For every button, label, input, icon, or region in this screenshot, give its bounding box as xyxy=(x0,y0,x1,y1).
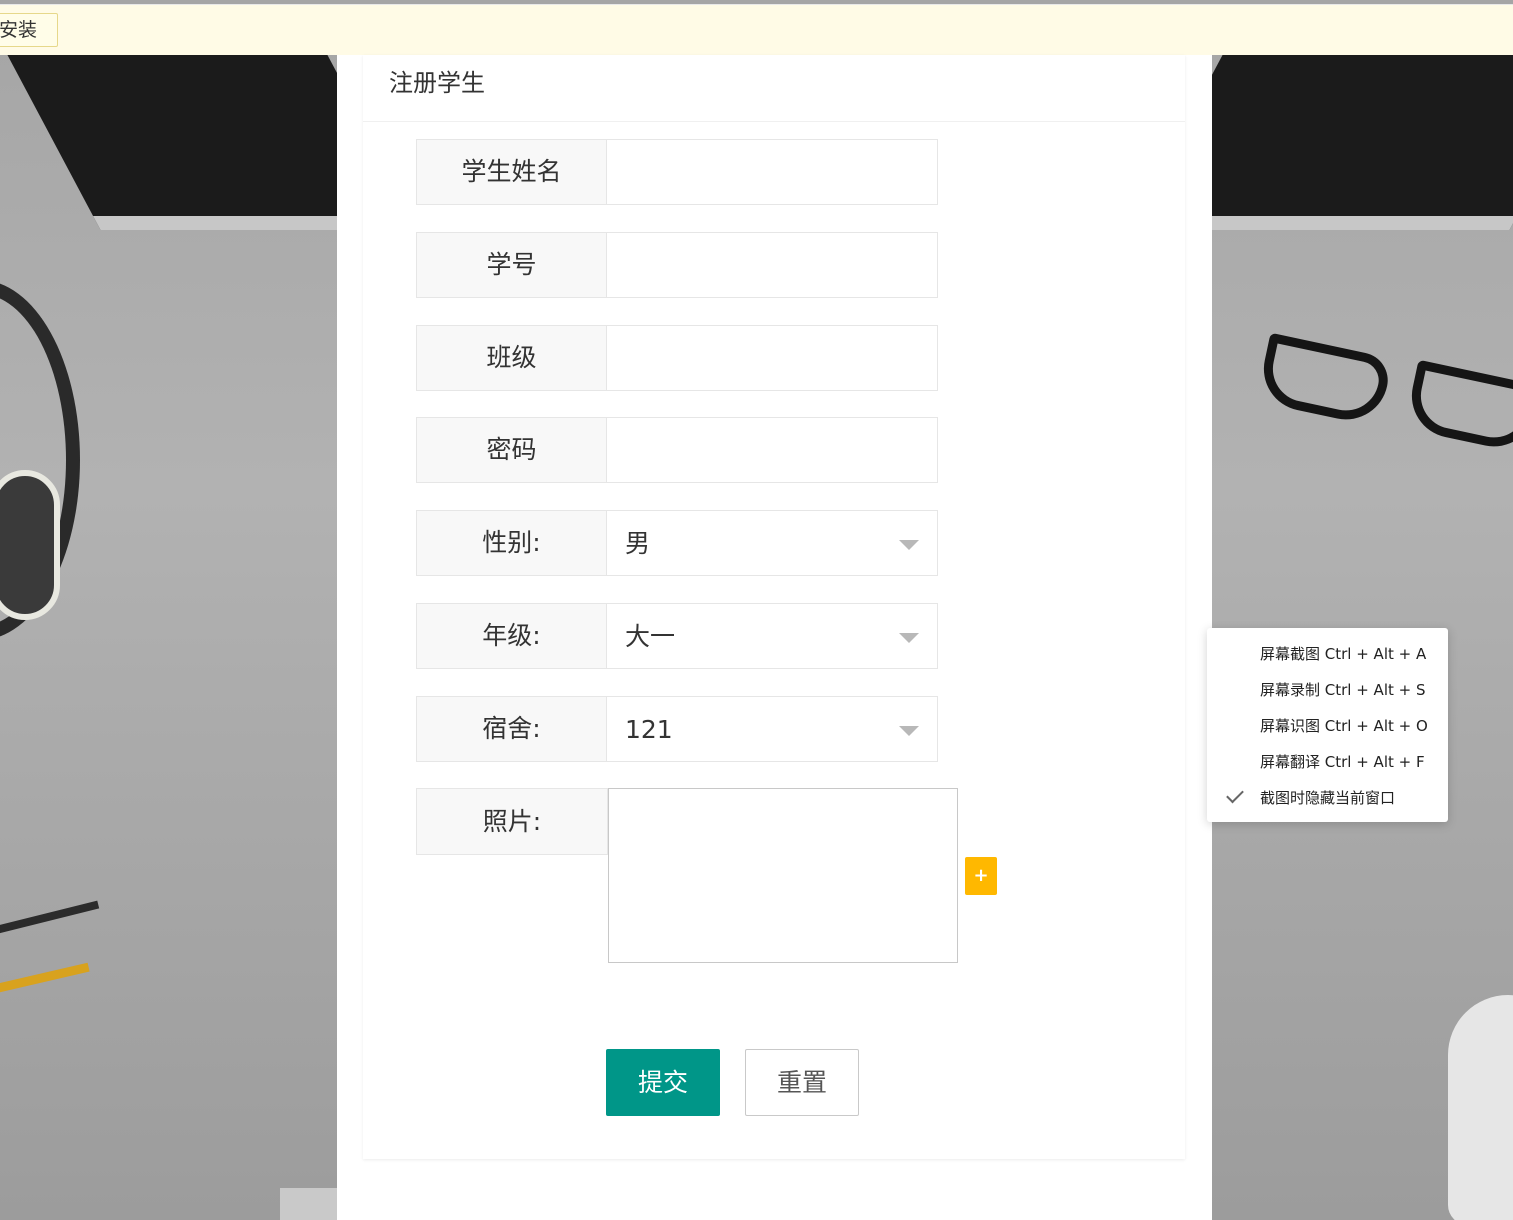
class-input[interactable] xyxy=(607,326,937,390)
cable-decoration xyxy=(280,1188,340,1220)
menu-item-hide-window[interactable]: 截图时隐藏当前窗口 xyxy=(1207,780,1448,816)
class-label: 班级 xyxy=(417,326,607,390)
chevron-down-icon xyxy=(899,726,919,736)
menu-item-label: 屏幕录制 Ctrl + Alt + S xyxy=(1260,681,1426,699)
screenshot-context-menu: 屏幕截图 Ctrl + Alt + A 屏幕录制 Ctrl + Alt + S … xyxy=(1207,628,1448,822)
form-row-dorm: 宿舍: 121 xyxy=(416,696,938,762)
menu-item-label: 屏幕识图 Ctrl + Alt + O xyxy=(1260,717,1428,735)
checkmark-icon xyxy=(1226,785,1244,804)
grade-selected-value: 大一 xyxy=(625,622,676,651)
pencil-decoration xyxy=(0,900,100,938)
name-label: 学生姓名 xyxy=(417,140,607,204)
gender-select[interactable]: 男 xyxy=(607,511,937,575)
reset-button[interactable]: 重置 xyxy=(745,1049,859,1116)
form-row-student-id: 学号 xyxy=(416,232,938,298)
form-row-grade: 年级: 大一 xyxy=(416,603,938,669)
menu-item-screen-ocr[interactable]: 屏幕识图 Ctrl + Alt + O xyxy=(1207,708,1448,744)
install-button[interactable]: 安装 xyxy=(0,13,58,47)
menu-item-label: 屏幕翻译 Ctrl + Alt + F xyxy=(1260,753,1425,771)
main-page: 注册学生 学生姓名 学号 班级 密码 性别: 男 年级: 大一 宿舍: 121 … xyxy=(337,55,1212,1220)
mouse-decoration xyxy=(1448,995,1513,1220)
menu-item-screen-record[interactable]: 屏幕录制 Ctrl + Alt + S xyxy=(1207,672,1448,708)
glasses-decoration xyxy=(1256,332,1393,428)
dorm-selected-value: 121 xyxy=(625,715,673,744)
password-input[interactable] xyxy=(607,418,937,482)
student-id-input[interactable] xyxy=(607,233,937,297)
grade-label: 年级: xyxy=(417,604,607,668)
install-notice-bar: 安装 xyxy=(0,4,1513,55)
dorm-select[interactable]: 121 xyxy=(607,697,937,761)
dorm-label: 宿舍: xyxy=(417,697,607,761)
grade-select[interactable]: 大一 xyxy=(607,604,937,668)
submit-button[interactable]: 提交 xyxy=(606,1049,720,1116)
student-id-label: 学号 xyxy=(417,233,607,297)
register-card: 注册学生 学生姓名 学号 班级 密码 性别: 男 年级: 大一 宿舍: 121 … xyxy=(363,55,1185,1159)
photo-preview-box[interactable] xyxy=(608,788,958,963)
form-row-name: 学生姓名 xyxy=(416,139,938,205)
menu-item-screen-capture[interactable]: 屏幕截图 Ctrl + Alt + A xyxy=(1207,636,1448,672)
gender-label: 性别: xyxy=(417,511,607,575)
photo-label: 照片: xyxy=(416,788,608,855)
chevron-down-icon xyxy=(899,540,919,550)
pencil-decoration xyxy=(0,962,90,997)
add-photo-button[interactable]: + xyxy=(965,857,997,895)
password-label: 密码 xyxy=(417,418,607,482)
menu-item-label: 截图时隐藏当前窗口 xyxy=(1260,789,1396,807)
form-row-class: 班级 xyxy=(416,325,938,391)
menu-item-label: 屏幕截图 Ctrl + Alt + A xyxy=(1260,645,1427,663)
menu-item-screen-translate[interactable]: 屏幕翻译 Ctrl + Alt + F xyxy=(1207,744,1448,780)
chevron-down-icon xyxy=(899,633,919,643)
form-row-password: 密码 xyxy=(416,417,938,483)
headphone-cup-decoration xyxy=(0,470,60,620)
card-title: 注册学生 xyxy=(363,55,1185,122)
glasses-decoration xyxy=(1404,359,1513,455)
name-input[interactable] xyxy=(607,140,937,204)
form-row-gender: 性别: 男 xyxy=(416,510,938,576)
gender-selected-value: 男 xyxy=(625,529,651,558)
